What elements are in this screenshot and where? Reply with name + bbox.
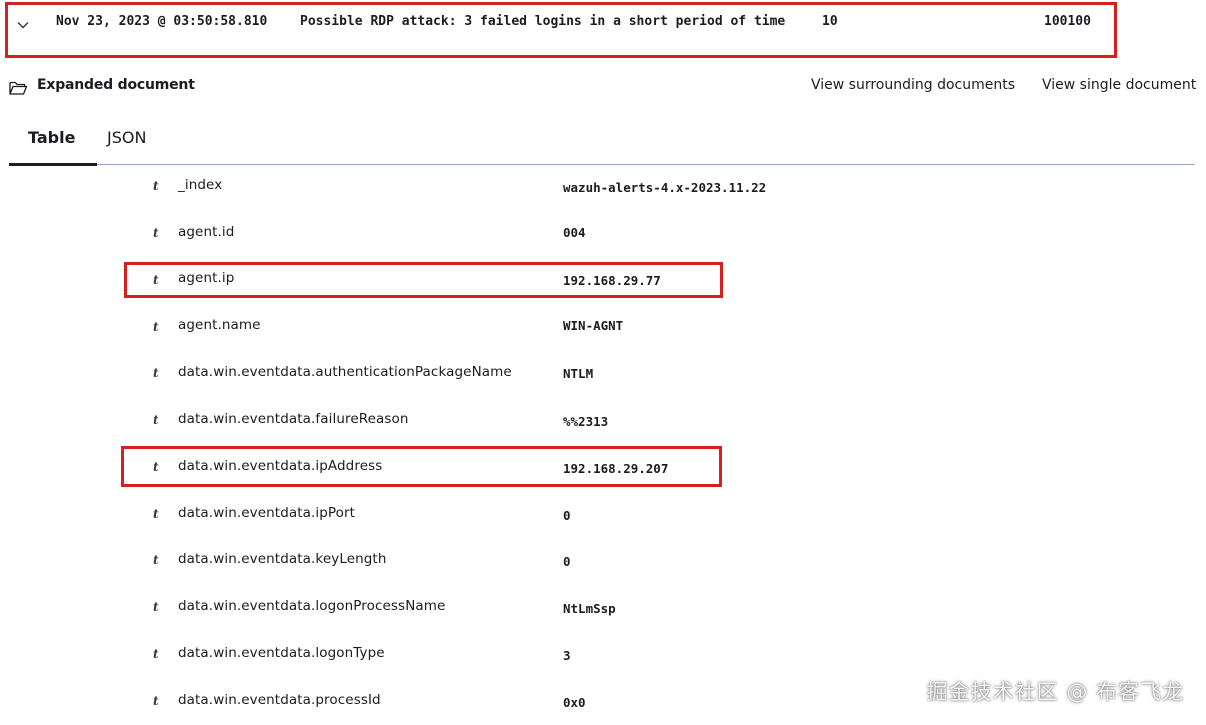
row-rule-id: 100100 [1044,14,1091,29]
string-type-icon: t [153,600,159,614]
expanded-document-header: Expanded document View surrounding docum… [0,72,1206,104]
field-value: 192.168.29.207 [563,461,669,476]
table-row[interactable]: t data.win.eventdata.failureReason %%231… [0,411,1206,457]
tab-table[interactable]: Table [28,128,75,147]
field-name: agent.id [178,224,235,240]
chevron-down-icon [17,22,29,29]
field-value: %%2313 [563,414,609,429]
table-row[interactable]: t agent.id 004 [0,223,1206,269]
string-type-icon: t [153,647,159,661]
field-name: data.win.eventdata.logonProcessName [178,598,446,614]
string-type-icon: t [153,320,159,334]
collapse-toggle-button[interactable] [12,14,34,36]
field-name: data.win.eventdata.failureReason [178,411,409,427]
field-name: data.win.eventdata.processId [178,692,381,708]
string-type-icon: t [153,694,159,708]
field-value: 004 [563,225,586,240]
field-value: NtLmSsp [563,601,616,616]
row-rule-description: Possible RDP attack: 3 failed logins in … [300,14,786,29]
table-row[interactable]: t data.win.eventdata.ipAddress 192.168.2… [0,458,1206,504]
field-value: 0 [563,554,571,569]
field-name: data.win.eventdata.logonType [178,645,385,661]
string-type-icon: t [153,226,159,240]
field-name: agent.ip [178,270,235,286]
field-value: 192.168.29.77 [563,273,661,288]
string-type-icon: t [153,553,159,567]
table-row[interactable]: t data.win.eventdata.ipPort 0 [0,505,1206,551]
watermark-text: 掘金技术社区 @ 布客飞龙 [926,680,1184,704]
row-rule-level: 10 [822,14,838,29]
string-type-icon: t [153,366,159,380]
table-row[interactable]: t data.win.eventdata.keyLength 0 [0,551,1206,597]
table-row[interactable]: t data.win.eventdata.logonProcessName Nt… [0,598,1206,644]
field-value: WIN-AGNT [563,318,624,333]
field-value: NTLM [563,366,594,381]
folder-open-icon [9,81,28,95]
doc-view-tabs: Table JSON [9,112,1195,166]
string-type-icon: t [153,413,159,427]
table-row[interactable]: t agent.name WIN-AGNT [0,317,1206,363]
field-name: data.win.eventdata.keyLength [178,551,387,567]
tab-json[interactable]: JSON [107,128,146,147]
table-row[interactable]: t _index wazuh-alerts-4.x-2023.11.22 [0,176,1206,222]
string-type-icon: t [153,179,159,193]
field-name: data.win.eventdata.authenticationPackage… [178,364,512,380]
field-value: 0 [563,508,571,523]
view-single-document-link[interactable]: View single document [1042,77,1196,93]
field-name: data.win.eventdata.ipPort [178,505,356,521]
table-row[interactable]: t agent.ip 192.168.29.77 [0,270,1206,316]
expanded-document-title: Expanded document [37,77,195,93]
document-row[interactable]: Nov 23, 2023 @ 03:50:58.810 Possible RDP… [0,0,1206,62]
view-surrounding-documents-link[interactable]: View surrounding documents [811,77,1015,93]
field-value: wazuh-alerts-4.x-2023.11.22 [563,180,767,195]
row-timestamp: Nov 23, 2023 @ 03:50:58.810 [56,14,268,29]
string-type-icon: t [153,507,159,521]
table-row[interactable]: t data.win.eventdata.authenticationPacka… [0,364,1206,410]
active-tab-indicator [9,163,97,166]
string-type-icon: t [153,273,159,287]
field-name: agent.name [178,317,261,333]
string-type-icon: t [153,460,159,474]
field-name: data.win.eventdata.ipAddress [178,458,383,474]
field-name: _index [178,177,223,193]
field-value: 3 [563,648,571,663]
field-value: 0x0 [563,695,586,710]
